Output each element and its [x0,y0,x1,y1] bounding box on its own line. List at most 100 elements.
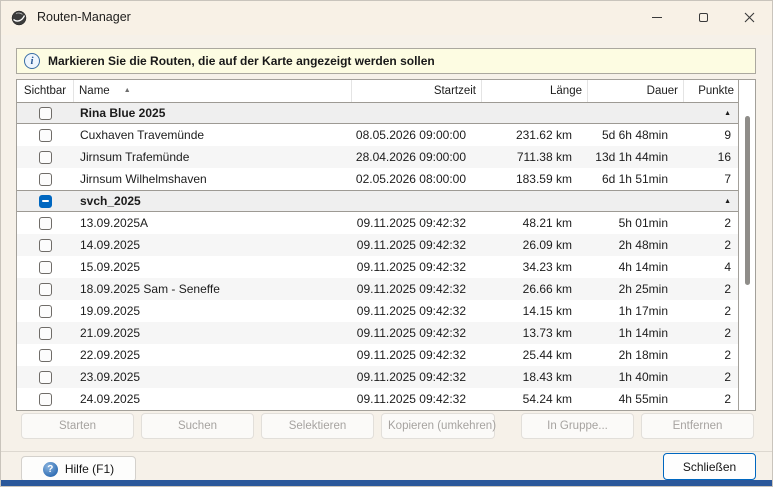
vertical-scrollbar-thumb[interactable] [745,116,750,285]
column-header-dauer[interactable]: Dauer [588,80,684,102]
route-laenge: 48.21 km [482,216,588,230]
window-controls [634,1,772,33]
route-laenge: 14.15 km [482,304,588,318]
group-visibility-checkbox[interactable] [39,107,52,120]
help-button[interactable]: ? Hilfe (F1) [21,456,136,482]
column-header-sichtbar[interactable]: Sichtbar [17,80,74,102]
route-name: 24.09.2025 [74,392,352,406]
info-banner: i Markieren Sie die Routen, die auf der … [16,48,756,74]
route-row[interactable]: 13.09.2025A09.11.2025 09:42:3248.21 km5h… [17,212,738,234]
in-gruppe-button[interactable]: In Gruppe... [521,413,634,439]
maximize-icon [699,13,708,22]
route-row[interactable]: 15.09.202509.11.2025 09:42:3234.23 km4h … [17,256,738,278]
route-dauer: 2h 18min [588,348,684,362]
route-row[interactable]: 23.09.202509.11.2025 09:42:3218.43 km1h … [17,366,738,388]
route-punkte: 2 [684,238,739,252]
route-laenge: 18.43 km [482,370,588,384]
column-header-laenge[interactable]: Länge [482,80,588,102]
route-dauer: 4h 14min [588,260,684,274]
route-startzeit: 09.11.2025 09:42:32 [352,238,482,252]
route-startzeit: 09.11.2025 09:42:32 [352,304,482,318]
titlebar[interactable]: Routen-Manager [1,1,772,35]
route-row[interactable]: 18.09.2025 Sam - Seneffe09.11.2025 09:42… [17,278,738,300]
close-button[interactable] [726,1,772,33]
route-dauer: 5h 01min [588,216,684,230]
globe-app-icon [11,10,27,26]
help-icon: ? [43,462,58,477]
route-name: 18.09.2025 Sam - Seneffe [74,282,352,296]
route-startzeit: 09.11.2025 09:42:32 [352,216,482,230]
route-visibility-checkbox[interactable] [39,217,52,230]
route-row[interactable]: 24.09.202509.11.2025 09:42:3254.24 km4h … [17,388,738,410]
schliessen-button[interactable]: Schließen [663,453,756,480]
route-visibility-checkbox[interactable] [39,393,52,406]
route-dauer: 2h 48min [588,238,684,252]
route-startzeit: 08.05.2026 09:00:00 [352,128,482,142]
group-row[interactable]: Rina Blue 2025▲ [17,102,738,124]
route-startzeit: 09.11.2025 09:42:32 [352,326,482,340]
route-punkte: 7 [684,172,739,186]
group-visibility-checkbox[interactable] [39,195,52,208]
route-row[interactable]: Jirnsum Wilhelmshaven02.05.2026 08:00:00… [17,168,738,190]
route-punkte: 2 [684,326,739,340]
route-visibility-checkbox[interactable] [39,261,52,274]
table-body: Rina Blue 2025▲Cuxhaven Travemünde08.05.… [17,102,738,410]
column-header-punkte[interactable]: Punkte [684,80,739,102]
group-collapse-icon[interactable]: ▲ [684,198,731,205]
route-name: Jirnsum Trafemünde [74,150,352,164]
selektieren-button[interactable]: Selektieren [261,413,374,439]
route-dauer: 2h 25min [588,282,684,296]
route-row[interactable]: Cuxhaven Travemünde08.05.2026 09:00:0023… [17,124,738,146]
route-visibility-checkbox[interactable] [39,173,52,186]
route-visibility-checkbox[interactable] [39,283,52,296]
route-dauer: 1h 40min [588,370,684,384]
route-laenge: 25.44 km [482,348,588,362]
minimize-button[interactable] [634,1,680,33]
route-laenge: 26.66 km [482,282,588,296]
route-visibility-checkbox[interactable] [39,371,52,384]
route-name: 13.09.2025A [74,216,352,230]
suchen-button[interactable]: Suchen [141,413,254,439]
route-visibility-checkbox[interactable] [39,151,52,164]
route-laenge: 711.38 km [482,150,588,164]
route-name: Jirnsum Wilhelmshaven [74,172,352,186]
route-visibility-checkbox[interactable] [39,305,52,318]
route-visibility-checkbox[interactable] [39,349,52,362]
route-laenge: 231.62 km [482,128,588,142]
route-name: 14.09.2025 [74,238,352,252]
footer-divider [1,451,772,452]
route-punkte: 16 [684,150,739,164]
group-collapse-icon[interactable]: ▲ [684,110,731,117]
route-laenge: 26.09 km [482,238,588,252]
route-startzeit: 09.11.2025 09:42:32 [352,348,482,362]
route-punkte: 4 [684,260,739,274]
kopieren-umkehren-button[interactable]: Kopieren (umkehren) [381,413,495,439]
route-laenge: 13.73 km [482,326,588,340]
sort-ascending-icon: ▲ [124,87,131,94]
group-row[interactable]: svch_2025▲ [17,190,738,212]
route-row[interactable]: 14.09.202509.11.2025 09:42:3226.09 km2h … [17,234,738,256]
help-button-label: Hilfe (F1) [65,462,114,476]
indeterminate-dash-icon [42,200,49,202]
route-startzeit: 09.11.2025 09:42:32 [352,282,482,296]
route-visibility-checkbox[interactable] [39,239,52,252]
route-dauer: 1h 17min [588,304,684,318]
starten-button[interactable]: Starten [21,413,134,439]
route-name: 21.09.2025 [74,326,352,340]
close-icon [744,12,755,23]
column-header-startzeit[interactable]: Startzeit [352,80,482,102]
column-header-name[interactable]: Name ▲ [74,80,352,102]
route-row[interactable]: 22.09.202509.11.2025 09:42:3225.44 km2h … [17,344,738,366]
route-row[interactable]: 21.09.202509.11.2025 09:42:3213.73 km1h … [17,322,738,344]
bottom-accent-strip [1,480,772,486]
route-visibility-checkbox[interactable] [39,129,52,142]
minimize-icon [652,17,662,18]
route-row[interactable]: 19.09.202509.11.2025 09:42:3214.15 km1h … [17,300,738,322]
route-visibility-checkbox[interactable] [39,327,52,340]
maximize-button[interactable] [680,1,726,33]
route-row[interactable]: Jirnsum Trafemünde28.04.2026 09:00:00711… [17,146,738,168]
route-dauer: 6d 1h 51min [588,172,684,186]
route-laenge: 34.23 km [482,260,588,274]
route-dauer: 1h 14min [588,326,684,340]
entfernen-button[interactable]: Entfernen [641,413,754,439]
